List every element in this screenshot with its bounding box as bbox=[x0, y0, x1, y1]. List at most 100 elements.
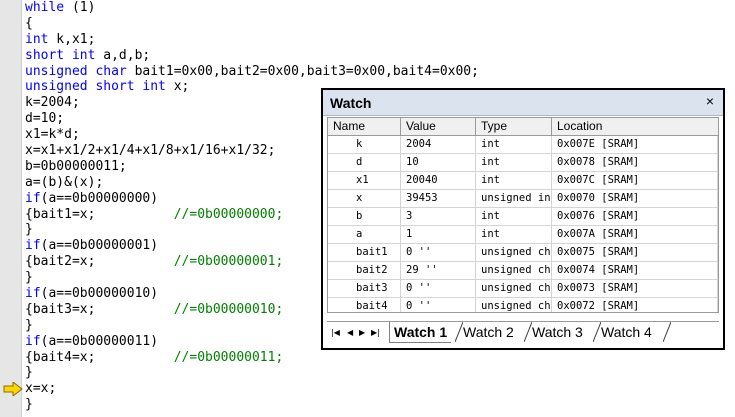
watch-cell-name: bait2 bbox=[328, 262, 401, 279]
code-text: {bait4=x; bbox=[25, 349, 174, 365]
watch-row[interactable]: x 39453 unsigned in 0x0070 [SRAM] bbox=[328, 190, 718, 208]
watch-cell-type: int bbox=[476, 208, 552, 225]
tab-watch-4[interactable]: Watch 4 bbox=[597, 322, 656, 342]
code-keyword: if bbox=[25, 286, 41, 302]
code-keyword: if bbox=[25, 190, 41, 206]
watch-cell-type: unsigned ch bbox=[476, 298, 552, 312]
watch-row[interactable]: k 2004 int 0x007E [SRAM] bbox=[328, 136, 718, 154]
code-text: (a==0b00000010) bbox=[40, 286, 159, 302]
watch-cell-type: unsigned in bbox=[476, 190, 552, 207]
code-text: {bait2=x; bbox=[25, 254, 174, 270]
code-text: b=0b00000011; bbox=[25, 158, 127, 174]
tab-watch-2[interactable]: Watch 2 bbox=[459, 322, 518, 342]
code-text: a=(b)&(x); bbox=[25, 174, 104, 190]
code-line: {bait4=x; //=0b00000011; bbox=[25, 350, 479, 366]
code-comment: //=0b00000001; bbox=[173, 254, 284, 270]
code-text: (a==0b00000001) bbox=[40, 238, 159, 254]
watch-grid[interactable]: Name Value Type Location k 2004 int 0x007E … bbox=[327, 117, 719, 313]
editor-gutter[interactable] bbox=[0, 0, 22, 417]
watch-cell-location: 0x007E [SRAM] bbox=[552, 136, 718, 153]
watch-cell-value: 29 '' bbox=[401, 262, 476, 279]
watch-window[interactable]: Watch × Name Value Type Location k 2004 in… bbox=[321, 88, 725, 350]
tab-separator bbox=[663, 322, 671, 342]
watch-cell-type: int bbox=[476, 226, 552, 243]
watch-cell-name: bait1 bbox=[328, 244, 401, 261]
watch-cell-type: int bbox=[476, 154, 552, 171]
watch-row[interactable]: bait4 0 '' unsigned ch 0x0072 [SRAM] bbox=[328, 298, 718, 312]
watch-tabbar: |◀ ◀ ▶ ▶| Watch 1 Watch 2 Watch 3 Watch … bbox=[327, 321, 719, 344]
code-text: a,d,b; bbox=[95, 47, 151, 63]
code-line: while (1) bbox=[25, 0, 479, 16]
watch-cell-location: 0x0073 [SRAM] bbox=[552, 280, 718, 297]
code-keyword: while bbox=[25, 0, 65, 15]
watch-cell-location: 0x0074 [SRAM] bbox=[552, 262, 718, 279]
watch-cell-location: 0x0072 [SRAM] bbox=[552, 298, 718, 312]
code-text: {bait3=x; bbox=[25, 301, 174, 317]
watch-cell-location: 0x007A [SRAM] bbox=[552, 226, 718, 243]
code-text: bait1=0x00,bait2=0x00,bait3=0x00,bait4=0… bbox=[126, 63, 479, 79]
watch-cell-location: 0x0075 [SRAM] bbox=[552, 244, 718, 261]
column-header-name[interactable]: Name bbox=[328, 118, 401, 135]
watch-cell-value: 1 bbox=[401, 226, 476, 243]
code-keyword: unsigned char bbox=[25, 63, 127, 79]
next-tab-button[interactable]: ▶ bbox=[359, 328, 365, 338]
watch-row[interactable]: a 1 int 0x007A [SRAM] bbox=[328, 226, 718, 244]
watch-cell-name: d bbox=[328, 154, 401, 171]
watch-row[interactable]: x1 20040 int 0x007C [SRAM] bbox=[328, 172, 718, 190]
watch-row[interactable]: bait1 0 '' unsigned ch 0x0075 [SRAM] bbox=[328, 244, 718, 262]
watch-cell-value: 3 bbox=[401, 208, 476, 225]
code-keyword: if bbox=[25, 238, 41, 254]
watch-cell-location: 0x0076 [SRAM] bbox=[552, 208, 718, 225]
code-comment: //=0b00000000; bbox=[173, 206, 284, 222]
watch-cell-type: int bbox=[476, 172, 552, 189]
watch-cell-type: unsigned ch bbox=[476, 244, 552, 261]
watch-cell-value: 0 '' bbox=[401, 280, 476, 297]
code-line: int k,x1; bbox=[25, 32, 479, 48]
code-text: (a==0b00000000) bbox=[40, 190, 159, 206]
watch-cell-name: x1 bbox=[328, 172, 401, 189]
watch-cell-type: unsigned ch bbox=[476, 280, 552, 297]
watch-cell-type: int bbox=[476, 136, 552, 153]
column-header-location[interactable]: Location bbox=[552, 118, 718, 135]
code-text: x=x1+x1/2+x1/4+x1/8+x1/16+x1/32; bbox=[25, 143, 276, 159]
code-text: k,x1; bbox=[48, 31, 96, 47]
watch-cell-location: 0x007C [SRAM] bbox=[552, 172, 718, 189]
code-text: (1) bbox=[64, 0, 96, 15]
code-line: { bbox=[25, 16, 479, 32]
watch-row[interactable]: b 3 int 0x0076 [SRAM] bbox=[328, 208, 718, 226]
watch-cell-name: b bbox=[328, 208, 401, 225]
code-text: k=2004; bbox=[25, 95, 80, 111]
last-tab-button[interactable]: ▶| bbox=[371, 328, 380, 338]
code-line: } bbox=[25, 365, 479, 381]
code-line: unsigned char bait1=0x00,bait2=0x00,bait… bbox=[25, 64, 479, 80]
watch-titlebar[interactable]: Watch × bbox=[323, 90, 723, 116]
watch-cell-location: 0x0078 [SRAM] bbox=[552, 154, 718, 171]
tab-watch-1[interactable]: Watch 1 bbox=[389, 322, 452, 343]
watch-cell-type: unsigned ch bbox=[476, 262, 552, 279]
watch-cell-value: 10 bbox=[401, 154, 476, 171]
code-comment: //=0b00000011; bbox=[173, 349, 284, 365]
watch-cell-location: 0x0070 [SRAM] bbox=[552, 190, 718, 207]
watch-cell-value: 0 '' bbox=[401, 298, 476, 312]
column-header-type[interactable]: Type bbox=[476, 118, 552, 135]
watch-cell-name: x bbox=[328, 190, 401, 207]
code-text: (a==0b00000011) bbox=[40, 333, 159, 349]
code-keyword: short int bbox=[25, 47, 96, 63]
first-tab-button[interactable]: |◀ bbox=[331, 328, 340, 338]
code-keyword: int bbox=[25, 31, 49, 47]
watch-title: Watch bbox=[330, 95, 372, 111]
code-keyword: if bbox=[25, 333, 41, 349]
column-header-value[interactable]: Value bbox=[401, 118, 476, 135]
code-comment: //=0b00000010; bbox=[173, 301, 284, 317]
watch-cell-value: 39453 bbox=[401, 190, 476, 207]
close-icon[interactable]: × bbox=[703, 94, 717, 108]
watch-grid-header: Name Value Type Location bbox=[328, 118, 718, 136]
watch-cell-name: bait3 bbox=[328, 280, 401, 297]
watch-row[interactable]: d 10 int 0x0078 [SRAM] bbox=[328, 154, 718, 172]
watch-row[interactable]: bait3 0 '' unsigned ch 0x0073 [SRAM] bbox=[328, 280, 718, 298]
prev-tab-button[interactable]: ◀ bbox=[347, 328, 353, 338]
watch-row[interactable]: bait2 29 '' unsigned ch 0x0074 [SRAM] bbox=[328, 262, 718, 280]
watch-grid-body: k 2004 int 0x007E [SRAM] d 10 int 0x0078 [SRAM]… bbox=[328, 136, 718, 312]
code-text: { bbox=[25, 15, 33, 31]
tab-watch-3[interactable]: Watch 3 bbox=[528, 322, 587, 342]
